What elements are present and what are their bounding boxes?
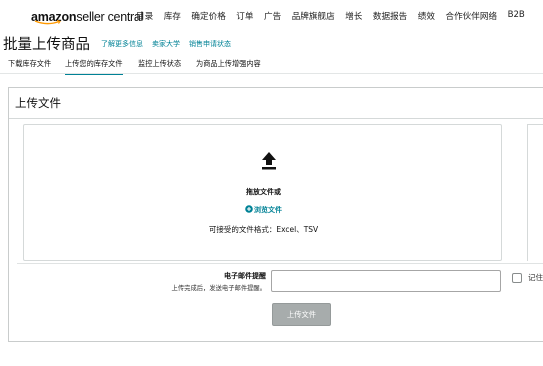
upload-file-panel: 上传文件 拖放文件或 浏览文件 可接受的文件格式：Excel、TSV 电子邮件提… bbox=[8, 87, 543, 342]
nav-item-reports[interactable]: 数据报告 bbox=[373, 10, 407, 22]
drop-file-text: 拖放文件或 bbox=[246, 188, 281, 196]
page-title: 批量上传商品 bbox=[3, 37, 90, 53]
remember-checkbox[interactable] bbox=[512, 273, 522, 283]
amazon-smile-icon bbox=[34, 20, 61, 25]
notify-divider bbox=[17, 263, 543, 264]
browse-files-label: 浏览文件 bbox=[254, 206, 282, 214]
selling-application-status-link[interactable]: 销售申请状态 bbox=[189, 39, 231, 49]
seller-university-link[interactable]: 卖家大学 bbox=[152, 39, 180, 49]
title-links: 了解更多信息 卖家大学 销售申请状态 bbox=[101, 39, 240, 49]
email-notify-label: 电子邮件提醒 bbox=[224, 272, 266, 280]
panel-divider bbox=[9, 118, 543, 119]
browse-files-link[interactable]: 浏览文件 bbox=[24, 205, 503, 215]
nav-item-partner-network[interactable]: 合作伙伴网络 bbox=[445, 10, 497, 22]
nav-item-inventory[interactable]: 库存 bbox=[164, 10, 181, 22]
nav-item-stores[interactable]: 品牌旗舰店 bbox=[292, 10, 335, 22]
tab-upload-enhanced-content[interactable]: 为商品上传增强内容 bbox=[196, 59, 261, 69]
learn-more-link[interactable]: 了解更多信息 bbox=[101, 39, 143, 49]
tab-monitor-upload-status[interactable]: 监控上传状态 bbox=[138, 59, 181, 69]
side-panel-edge bbox=[527, 124, 543, 261]
seller-central-logo[interactable]: amazonseller central bbox=[31, 6, 144, 25]
nav-item-b2b[interactable]: B2B bbox=[508, 10, 525, 22]
email-field[interactable] bbox=[271, 270, 501, 292]
logo-product-text: seller central bbox=[76, 10, 144, 24]
nav-item-growth[interactable]: 增长 bbox=[345, 10, 362, 22]
nav-item-advertising[interactable]: 广告 bbox=[264, 10, 281, 22]
plus-circle-icon bbox=[245, 205, 253, 213]
email-notify-description: 上传完成后，发送电子邮件提醒。 bbox=[171, 285, 266, 292]
upload-tabs: 下载库存文件 上传您的库存文件 监控上传状态 为商品上传增强内容 bbox=[0, 57, 543, 75]
accepted-formats-text: 可接受的文件格式：Excel、TSV bbox=[208, 225, 319, 234]
remember-label: 记住 bbox=[528, 273, 543, 282]
upload-arrow-icon bbox=[262, 152, 276, 170]
upload-file-button[interactable]: 上传文件 bbox=[272, 303, 331, 326]
tab-download-inventory-file[interactable]: 下载库存文件 bbox=[8, 59, 51, 69]
file-drop-zone[interactable]: 拖放文件或 浏览文件 可接受的文件格式：Excel、TSV bbox=[23, 124, 502, 261]
nav-item-catalog[interactable]: 目录 bbox=[136, 10, 153, 22]
tabs-divider bbox=[0, 73, 543, 74]
nav-item-orders[interactable]: 订单 bbox=[236, 10, 253, 22]
top-navigation: amazonseller central 目录 库存 确定价格 订单 广告 品牌… bbox=[0, 0, 543, 30]
main-nav-menu: 目录 库存 确定价格 订单 广告 品牌旗舰店 增长 数据报告 绩效 合作伙伴网络… bbox=[136, 10, 535, 22]
section-title: 上传文件 bbox=[15, 96, 61, 110]
nav-item-pricing[interactable]: 确定价格 bbox=[191, 10, 225, 22]
nav-item-performance[interactable]: 绩效 bbox=[418, 10, 435, 22]
